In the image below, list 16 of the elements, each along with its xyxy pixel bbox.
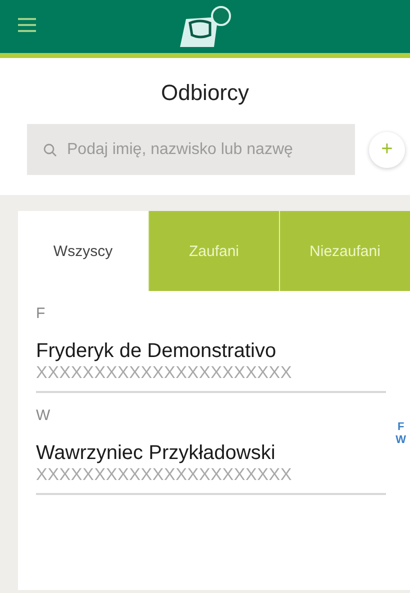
index-letter[interactable]: F [397,421,404,434]
contact-item[interactable]: Fryderyk de Demonstrativo XXXXXXXXXXXXXXXXXXXXXX [36,322,386,393]
add-button[interactable]: + [369,132,405,168]
contact-name: Fryderyk de Demonstrativo [36,340,278,363]
search-icon [43,143,57,157]
search-field[interactable]: Podaj imię, nazwisko lub nazwę [27,124,355,175]
section-letter: W [36,407,52,424]
logo-icon [178,4,232,48]
menu-icon[interactable] [18,18,36,32]
page-title: Odbiorcy [160,80,250,106]
account-number: XXXXXXXXXXXXXXXXXXXXXX [36,363,294,383]
account-number: XXXXXXXXXXXXXXXXXXXXXX [36,465,294,485]
contact-name: Wawrzyniec Przykładowski [36,442,276,465]
index-letter[interactable]: W [396,434,406,447]
contact-item[interactable]: Wawrzyniec Przykładowski XXXXXXXXXXXXXXXXXXXXXX [36,424,386,495]
section-letter: F [36,305,46,322]
